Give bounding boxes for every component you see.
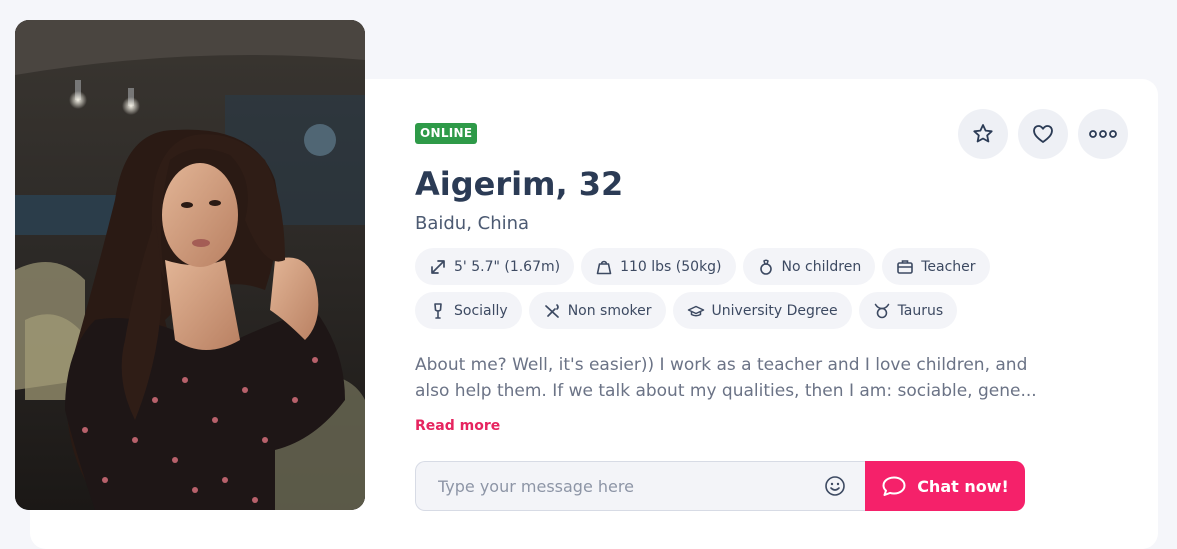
attribute-label: Socially xyxy=(454,302,508,319)
more-dots-icon xyxy=(1089,130,1117,138)
attribute-occupation: Teacher xyxy=(882,248,990,285)
chat-now-label: Chat now! xyxy=(917,476,1009,496)
online-status-badge: ONLINE xyxy=(415,123,478,144)
about-line: also help them. If we talk about my qual… xyxy=(415,381,1035,401)
about-text: About me? Well, it's easier)) I work as … xyxy=(415,352,1035,404)
smoking-icon xyxy=(544,303,559,318)
read-more-link[interactable]: Read more xyxy=(415,416,500,436)
attribute-zodiac: Taurus xyxy=(858,292,958,329)
attribute-label: No children xyxy=(781,258,862,275)
profile-name: Aigerim, 32 xyxy=(415,165,624,203)
attribute-weight: 110 lbs (50kg) xyxy=(581,248,736,285)
drink-icon xyxy=(434,302,442,319)
attribute-children: No children xyxy=(742,248,876,285)
attribute-label: 110 lbs (50kg) xyxy=(620,258,722,275)
profile-photo-image xyxy=(15,20,365,510)
message-input[interactable] xyxy=(436,475,823,497)
attribute-smoking: Non smoker xyxy=(528,292,666,329)
attribute-label: 5' 5.7" (1.67m) xyxy=(454,258,561,275)
children-icon xyxy=(759,259,772,275)
attribute-tags-row2: Socially Non smoker University Degree Ta… xyxy=(415,292,1035,329)
attribute-label: Non smoker xyxy=(567,302,652,319)
message-input-wrapper xyxy=(415,461,865,511)
attribute-drinking: Socially xyxy=(415,292,522,329)
heart-icon xyxy=(1033,125,1053,143)
zodiac-taurus-icon xyxy=(874,303,889,318)
favorite-button[interactable] xyxy=(958,109,1008,159)
chat-now-button[interactable]: Chat now! xyxy=(865,461,1025,511)
profile-photo[interactable] xyxy=(15,20,365,510)
about-line: About me? Well, it's easier)) I work as … xyxy=(415,355,1028,375)
like-button[interactable] xyxy=(1018,109,1068,159)
attribute-label: University Degree xyxy=(711,302,838,319)
height-icon xyxy=(431,259,445,274)
more-options-button[interactable] xyxy=(1078,109,1128,159)
education-icon xyxy=(687,305,704,316)
star-icon xyxy=(973,124,993,143)
briefcase-icon xyxy=(897,259,914,274)
message-composer: Chat now! xyxy=(415,461,1025,511)
attribute-education: University Degree xyxy=(672,292,852,329)
attribute-label: Taurus xyxy=(897,302,944,319)
weight-icon xyxy=(596,260,612,274)
attribute-label: Teacher xyxy=(921,258,976,275)
emoji-button[interactable] xyxy=(823,474,847,498)
profile-location: Baidu, China xyxy=(415,213,530,234)
attribute-height: 5' 5.7" (1.67m) xyxy=(415,248,575,285)
profile-actions xyxy=(958,109,1128,159)
attribute-tags-row1: 5' 5.7" (1.67m) 110 lbs (50kg) No childr… xyxy=(415,248,1035,285)
emoji-icon xyxy=(825,476,845,496)
chat-bubble-icon xyxy=(882,476,906,496)
